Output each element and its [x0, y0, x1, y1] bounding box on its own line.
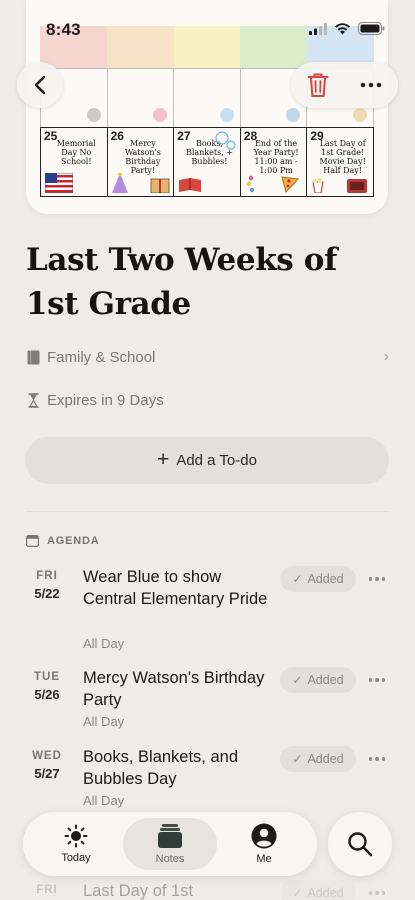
battery-icon [358, 22, 385, 35]
trash-icon [307, 73, 329, 97]
event-title: Last Day of 1st [83, 882, 194, 900]
agenda-label: AGENDA [47, 535, 100, 547]
flag-icon [45, 173, 73, 193]
event-more-button[interactable] [366, 746, 388, 772]
streamer-icon [246, 175, 254, 193]
popcorn-icon [312, 178, 324, 193]
calendar-day-number: 29 [310, 129, 324, 143]
pizza-icon [281, 176, 300, 193]
event-more-button[interactable] [366, 566, 388, 592]
plus-icon: + [157, 447, 170, 471]
calendar-day: 28 End of the Year Party! 11:00 am - 1:0… [239, 128, 307, 196]
calendar-day-number: 28 [243, 129, 258, 143]
notes-icon [158, 824, 182, 848]
chevron-left-icon [34, 75, 46, 95]
calendar-day-number: 26 [110, 129, 124, 143]
tab-bar: Today Notes Me [23, 812, 317, 876]
film-icon [346, 179, 367, 193]
calendar-day-number: 27 [177, 129, 191, 143]
ellipsis-icon [360, 82, 382, 88]
expiry-row: Expires in 9 Days [26, 392, 389, 409]
event-weekday: TUE [34, 671, 60, 683]
signal-icon [309, 22, 327, 35]
sun-icon [64, 824, 88, 848]
add-todo-button[interactable]: + Add a To-do [25, 437, 389, 484]
event-weekday: FRI [36, 570, 58, 582]
event-weekday: WED [32, 750, 62, 762]
top-actions [291, 62, 398, 108]
added-label: Added [307, 752, 344, 766]
add-todo-label: Add a To-do [176, 452, 257, 469]
calendar-day-text: Mercy Watson's Birthday Party! [124, 139, 161, 175]
event-more-button[interactable] [366, 880, 388, 900]
calendar-day: 29 Last Day of 1st Grade! Movie Day! Hal… [306, 128, 374, 196]
added-badge[interactable]: ✓ Added [280, 880, 356, 900]
tab-label: Me [256, 853, 272, 865]
status-icons [309, 22, 385, 35]
event-more-button[interactable] [366, 667, 388, 693]
added-label: Added [307, 572, 344, 586]
note-title: Last Two Weeks of 1st Grade [26, 242, 337, 322]
back-button[interactable] [17, 62, 63, 108]
calendar-day: 26 Mercy Watson's Birthday Party! [106, 128, 174, 196]
category-label: Family & School [47, 348, 156, 366]
added-badge[interactable]: ✓ Added [280, 746, 356, 772]
delete-button[interactable] [291, 62, 345, 108]
hourglass-icon [26, 393, 40, 408]
event-date: 5/27 [34, 766, 60, 781]
event-time: All Day [83, 636, 125, 651]
calendar-day-text: End of the Year Party! 11:00 am - 1:00 P… [253, 139, 299, 175]
event-date: 5/22 [34, 586, 60, 601]
checkmark-icon: ✓ [292, 886, 303, 900]
search-button[interactable] [328, 812, 392, 876]
calendar-day: 27 Books, Blankets, + Bubbles! [173, 128, 240, 196]
added-label: Added [307, 673, 344, 687]
calendar-day-text: Last Day of 1st Grade! Movie Day! Half D… [319, 139, 366, 175]
divider [26, 511, 389, 512]
checkmark-icon: ✓ [292, 572, 303, 586]
tab-label: Notes [155, 853, 185, 865]
calendar-day-number: 25 [44, 129, 58, 143]
calendar-day-text: Memorial Day No School! [56, 139, 96, 166]
calendar-icon [26, 535, 39, 547]
event-date: 5/26 [34, 687, 60, 702]
event-title: Books, Blankets, and Bubbles Day [83, 748, 239, 788]
wifi-icon [335, 22, 350, 34]
more-options-button[interactable] [345, 62, 399, 108]
tab-notes[interactable]: Notes [123, 818, 217, 870]
tab-me[interactable]: Me [217, 818, 311, 870]
added-badge[interactable]: ✓ Added [280, 667, 356, 693]
event-title: Wear Blue to show Central Elementary Pri… [83, 568, 268, 608]
party-hat-icon [111, 173, 128, 193]
added-label: Added [307, 886, 344, 900]
event-title: Mercy Watson's Birthday Party [83, 669, 265, 709]
search-icon [348, 832, 373, 857]
expiry-label: Expires in 9 Days [47, 392, 164, 409]
event-time: All Day [83, 714, 125, 729]
chevron-right-icon: › [383, 348, 389, 365]
checkmark-icon: ✓ [292, 752, 303, 766]
book-icon [179, 178, 202, 192]
event-time: All Day [83, 793, 125, 808]
bubbles-icon [215, 131, 236, 150]
book-icon [26, 350, 40, 365]
tab-label: Today [61, 852, 91, 864]
agenda-header: AGENDA [26, 535, 99, 547]
gift-icon [150, 178, 170, 193]
status-time: 8:43 [46, 20, 81, 39]
tab-today[interactable]: Today [29, 818, 123, 870]
calendar-day: 25 Memorial Day No School! [40, 128, 107, 196]
category-row[interactable]: Family & School › [26, 348, 389, 366]
calendar-week-row: 25 Memorial Day No School! 26 Mercy Wats… [40, 127, 374, 197]
checkmark-icon: ✓ [292, 673, 303, 687]
event-weekday: FRI [36, 884, 58, 896]
person-icon [251, 823, 277, 849]
added-badge[interactable]: ✓ Added [280, 566, 356, 592]
